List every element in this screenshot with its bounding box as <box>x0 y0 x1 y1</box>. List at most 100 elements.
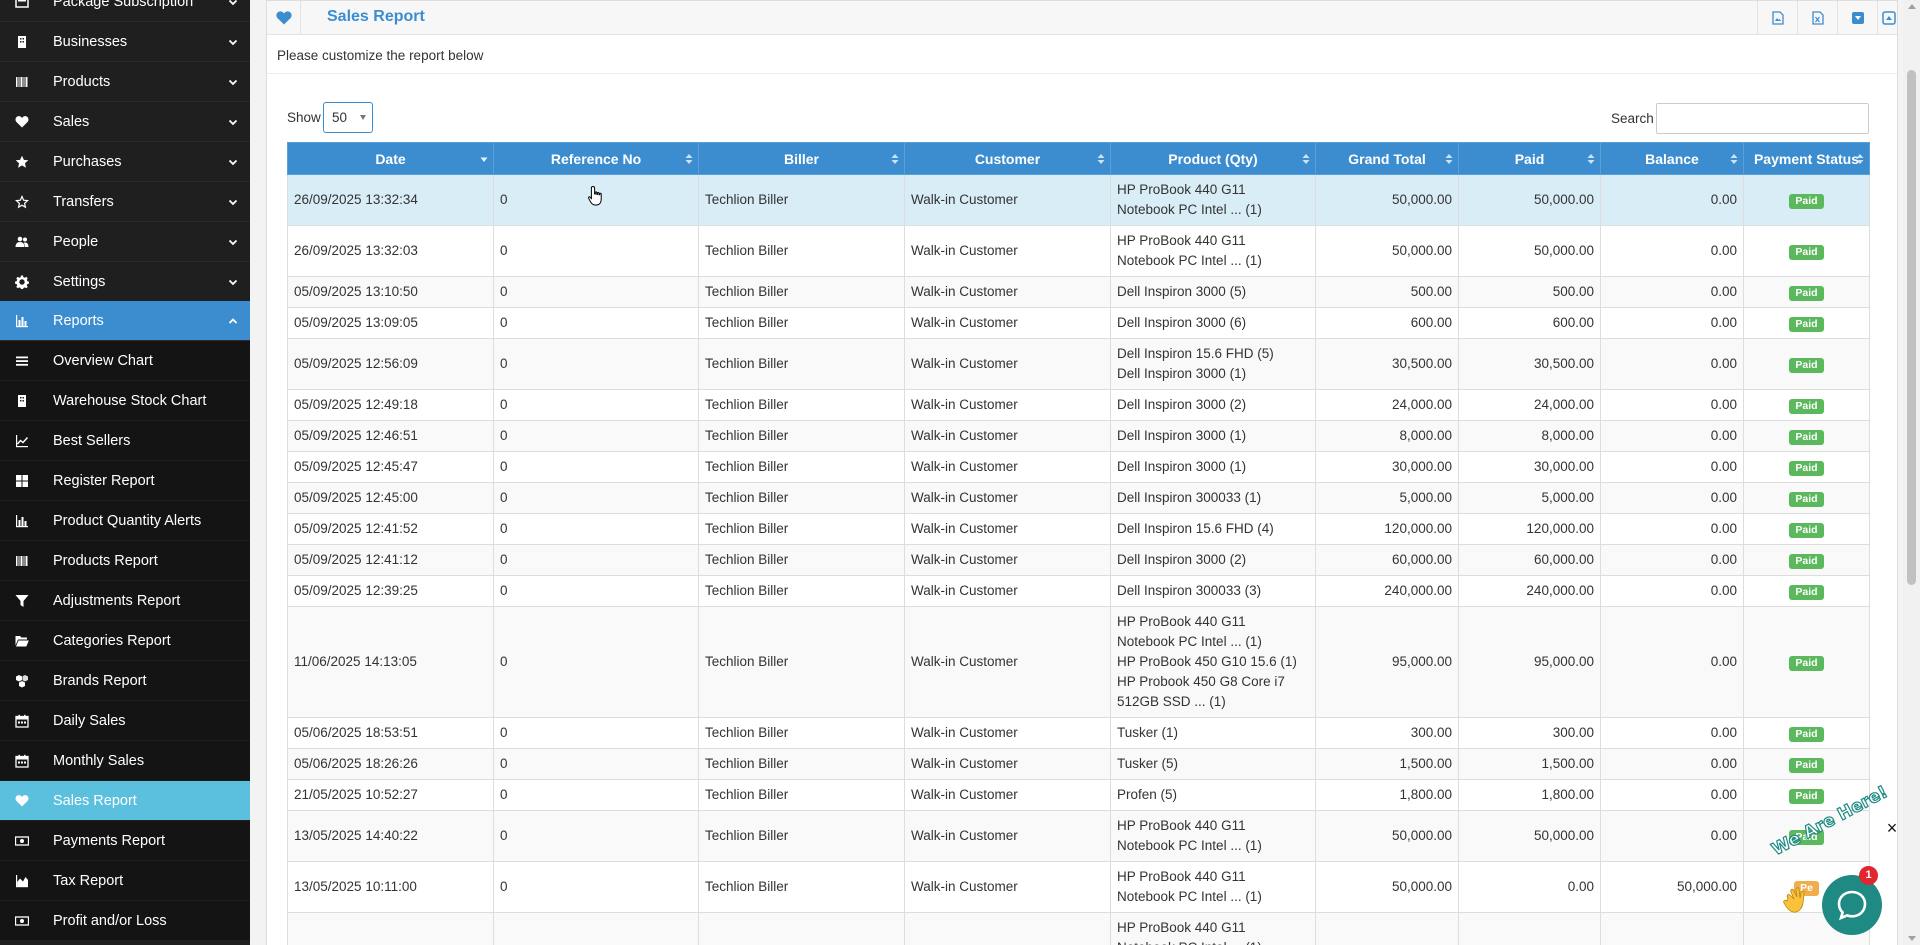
table-row[interactable]: 11/06/2025 14:13:05 0 Techlion Biller Walk-… <box>287 606 1870 718</box>
cell-products: Dell Inspiron 15.6 FHD (5) Dell Inspiron … <box>1110 338 1316 390</box>
cell-customer: Walk-in Customer <box>904 810 1111 862</box>
page-title: Sales Report <box>327 8 425 25</box>
table-row[interactable]: 13/05/2025 10:11:00 0 Techlion Biller Walk-… <box>287 861 1870 913</box>
sidebar-item-register-report[interactable]: Register Report <box>0 461 250 501</box>
search-input[interactable] <box>1656 103 1869 134</box>
table-row[interactable]: 05/09/2025 13:10:50 0 Techlion Biller Walk-… <box>287 276 1870 308</box>
page-length-select[interactable]: 50 <box>323 102 373 133</box>
cell-reference: 0 <box>493 420 699 452</box>
table-row[interactable]: 05/09/2025 12:39:25 0 Techlion Biller Walk-… <box>287 575 1870 607</box>
sidebar-item-categories-report[interactable]: Categories Report <box>0 621 250 661</box>
cell-paid: 60,000.00 <box>1458 544 1601 576</box>
product-line: Dell Inspiron 3000 (6) <box>1117 315 1247 330</box>
sidebar-item-payments-report[interactable]: Payments Report <box>0 821 250 861</box>
column-header-reference-no[interactable]: Reference No <box>493 142 699 175</box>
product-line: Dell Inspiron 300033 (1) <box>1117 490 1262 505</box>
table-row[interactable]: 05/09/2025 12:45:47 0 Techlion Biller Walk-… <box>287 451 1870 483</box>
status-badge: Paid <box>1789 430 1824 445</box>
sidebar-item-sales[interactable]: Sales <box>0 102 250 142</box>
sidebar-item-warehouse-stock-chart[interactable]: Warehouse Stock Chart <box>0 381 250 421</box>
table-row[interactable]: HP ProBook 440 G11 Notebook PC Intel ... … <box>287 912 1870 945</box>
cell-customer: Walk-in Customer <box>904 513 1111 545</box>
cell-customer: Walk-in Customer <box>904 575 1111 607</box>
table-row[interactable]: 05/06/2025 18:26:26 0 Techlion Biller Walk-… <box>287 748 1870 780</box>
table-row[interactable]: 05/06/2025 18:53:51 0 Techlion Biller Walk-… <box>287 717 1870 749</box>
sidebar-item-package-subscription[interactable]: Package Subscription <box>0 0 250 22</box>
sidebar-item-products-report[interactable]: Products Report <box>0 541 250 581</box>
product-line: Dell Inspiron 3000 (1) <box>1117 459 1247 474</box>
cell-reference: 0 <box>493 544 699 576</box>
column-header-grand-total[interactable]: Grand Total <box>1315 142 1459 175</box>
table-row[interactable]: 13/05/2025 14:40:22 0 Techlion Biller Walk-… <box>287 810 1870 862</box>
sidebar-item-overview-chart[interactable]: Overview Chart <box>0 341 250 381</box>
cell-reference: 0 <box>493 307 699 339</box>
cubes-icon <box>12 674 32 688</box>
sidebar-item-businesses[interactable]: Businesses <box>0 22 250 62</box>
table-row[interactable]: 21/05/2025 10:52:27 0 Techlion Biller Walk-… <box>287 779 1870 811</box>
sidebar-item-settings[interactable]: Settings <box>0 262 250 302</box>
sidebar-item-brands-report[interactable]: Brands Report <box>0 661 250 701</box>
scroll-up-icon[interactable] <box>1908 4 1916 9</box>
sidebar-item-label: Register Report <box>53 472 155 489</box>
cell-date: 11/06/2025 14:13:05 <box>287 606 494 718</box>
column-header-customer[interactable]: Customer <box>904 142 1111 175</box>
sidebar-item-transfers[interactable]: Transfers <box>0 182 250 222</box>
hand-pointer-cursor-icon <box>587 185 602 206</box>
chat-launcher-button[interactable] <box>1822 875 1882 935</box>
sidebar-item-best-sellers[interactable]: Best Sellers <box>0 421 250 461</box>
sidebar-item-purchases[interactable]: Purchases <box>0 142 250 182</box>
column-header-biller[interactable]: Biller <box>698 142 905 175</box>
table-row[interactable]: 05/09/2025 13:09:05 0 Techlion Biller Walk-… <box>287 307 1870 339</box>
table-row[interactable]: 26/09/2025 13:32:03 0 Techlion Biller Walk-… <box>287 225 1870 277</box>
star-outline-icon <box>12 194 32 209</box>
export-excel-button[interactable] <box>1797 1 1837 35</box>
cell-payment-status: Paid <box>1743 174 1870 226</box>
table-row[interactable]: 05/09/2025 12:49:18 0 Techlion Biller Walk-… <box>287 389 1870 421</box>
sidebar-item-monthly-sales[interactable]: Monthly Sales <box>0 741 250 781</box>
sidebar-item-adjustments-report[interactable]: Adjustments Report <box>0 581 250 621</box>
cell-grand-total: 1,800.00 <box>1315 779 1459 811</box>
column-header-balance[interactable]: Balance <box>1600 142 1744 175</box>
cell-reference: 0 <box>493 338 699 390</box>
column-header-payment-status[interactable]: Payment Status <box>1743 142 1870 175</box>
table-row[interactable]: 05/09/2025 12:41:12 0 Techlion Biller Walk-… <box>287 544 1870 576</box>
scroll-down-icon[interactable] <box>1908 936 1916 941</box>
cell-grand-total: 5,000.00 <box>1315 482 1459 514</box>
sidebar-item-people[interactable]: People <box>0 222 250 262</box>
sidebar-item-reports[interactable]: Reports <box>0 301 250 341</box>
cell-biller: Techlion Biller <box>698 575 905 607</box>
sidebar-item-sales-report[interactable]: Sales Report <box>0 781 250 821</box>
table-row[interactable]: 05/09/2025 12:46:51 0 Techlion Biller Walk-… <box>287 420 1870 452</box>
column-header-paid[interactable]: Paid <box>1458 142 1601 175</box>
cell-products: Tusker (5) <box>1110 748 1316 780</box>
sidebar-item-profit-and-or-loss[interactable]: Profit and/or Loss <box>0 901 250 941</box>
cell-date: 05/09/2025 12:45:47 <box>287 451 494 483</box>
export-pdf-button[interactable] <box>1757 1 1797 35</box>
collapse-button[interactable] <box>1877 1 1899 35</box>
column-header-date[interactable]: Date <box>287 142 494 175</box>
status-badge: Paid <box>1789 523 1824 538</box>
toggle-form-button[interactable] <box>1837 1 1877 35</box>
sidebar-item-daily-sales[interactable]: Daily Sales <box>0 701 250 741</box>
column-header-product-qty[interactable]: Product (Qty) <box>1110 142 1316 175</box>
sidebar-item-label: Sales <box>53 113 90 130</box>
sidebar-item-product-quantity-alerts[interactable]: Product Quantity Alerts <box>0 501 250 541</box>
chevron-down-icon <box>228 239 238 245</box>
cell-grand-total: 500.00 <box>1315 276 1459 308</box>
sidebar-item-label: Daily Sales <box>53 712 126 729</box>
scroll-thumb[interactable] <box>1907 70 1916 585</box>
table-row[interactable]: 26/09/2025 13:32:34 0 Techlion Biller Walk-… <box>287 174 1870 226</box>
table-row[interactable]: 05/09/2025 12:45:00 0 Techlion Biller Walk-… <box>287 482 1870 514</box>
sidebar-item-products[interactable]: Products <box>0 62 250 102</box>
cell-grand-total: 30,500.00 <box>1315 338 1459 390</box>
cell-biller: Techlion Biller <box>698 810 905 862</box>
sort-icon <box>891 154 899 164</box>
chat-close-icon[interactable]: × <box>1884 819 1900 837</box>
cell-customer: Walk-in Customer <box>904 606 1111 718</box>
table-row[interactable]: 05/09/2025 12:56:09 0 Techlion Biller Walk-… <box>287 338 1870 390</box>
cell-biller: Techlion Biller <box>698 276 905 308</box>
table-row[interactable]: 05/09/2025 12:41:52 0 Techlion Biller Walk-… <box>287 513 1870 545</box>
cell-products: Dell Inspiron 3000 (2) <box>1110 389 1316 421</box>
sidebar-item-tax-report[interactable]: Tax Report <box>0 861 250 901</box>
page-scrollbar[interactable] <box>1903 0 1920 945</box>
